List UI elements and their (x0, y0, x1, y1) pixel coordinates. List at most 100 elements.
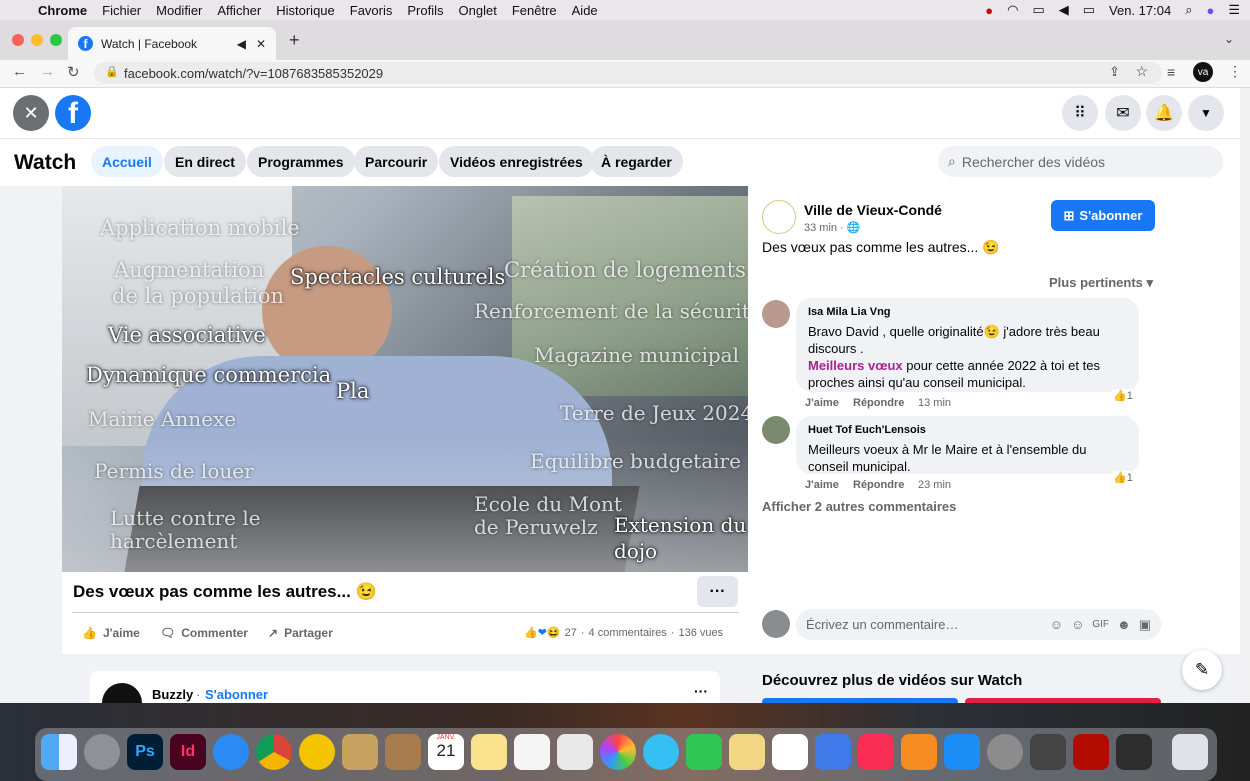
sort-dropdown[interactable]: Plus pertinents ▾ (1049, 275, 1153, 291)
launchpad-icon[interactable] (84, 734, 120, 770)
tab-videos-enregistrees[interactable]: Vidéos enregistrées (439, 146, 594, 177)
numbers-icon[interactable] (772, 734, 808, 770)
page-name[interactable]: Ville de Vieux-Condé (804, 202, 942, 218)
messages-icon[interactable] (643, 734, 679, 770)
menu-modifier[interactable]: Modifier (156, 3, 202, 18)
books-icon[interactable] (901, 734, 937, 770)
tab-parcourir[interactable]: Parcourir (354, 146, 439, 177)
share-button[interactable]: ↗ Partager (268, 626, 333, 640)
volume-icon[interactable]: ◀ (1059, 2, 1069, 18)
chrome-icon[interactable] (256, 734, 292, 770)
comment-author[interactable]: Huet Tof Euch'Lensois (808, 422, 1127, 439)
account-caret-icon[interactable]: ▼ (1188, 95, 1224, 131)
reading-list-icon[interactable]: ≡ (1167, 64, 1175, 80)
siri-icon[interactable]: ● (1206, 3, 1214, 18)
sticker-icon[interactable]: ☻ (1117, 617, 1131, 632)
acrobat-icon[interactable] (1073, 734, 1109, 770)
reminders-icon[interactable] (514, 734, 550, 770)
minimize-window-button[interactable] (31, 34, 43, 46)
share-icon[interactable]: ⇪ (1109, 64, 1120, 80)
comment-reply-link[interactable]: Répondre (853, 397, 904, 409)
menu-aide[interactable]: Aide (572, 3, 598, 18)
tab-accueil[interactable]: Accueil (91, 146, 163, 177)
new-tab-button[interactable]: + (289, 30, 300, 51)
comment-reactions[interactable]: 👍1 (1110, 389, 1136, 402)
printer-icon[interactable] (1116, 734, 1152, 770)
screenshot-icon[interactable] (1030, 734, 1066, 770)
comment-author[interactable]: Isa Mila Lia Vng (808, 304, 1127, 321)
back-arrow-icon[interactable]: ← (12, 63, 27, 80)
comment-like-link[interactable]: J'aime (805, 479, 839, 491)
lock-icon[interactable]: 🔒 (105, 65, 119, 78)
calendar-icon[interactable]: JANV. 21 (428, 734, 464, 770)
comment-reactions[interactable]: 👍1 (1110, 471, 1136, 484)
music-icon[interactable] (858, 734, 894, 770)
speaker-icon[interactable]: ◀ (237, 37, 246, 51)
post-time[interactable]: 33 min · 🌐 (804, 221, 861, 234)
video-player[interactable]: Application mobile Augmentation de la po… (62, 186, 748, 572)
facetime-icon[interactable] (686, 734, 722, 770)
like-button[interactable]: 👍 J'aime (82, 626, 140, 640)
preview-icon[interactable] (342, 734, 378, 770)
comment-time[interactable]: 23 min (918, 479, 951, 491)
next-post-subscribe[interactable]: S'abonner (205, 687, 268, 702)
menu-profils[interactable]: Profils (407, 3, 443, 18)
indesign-icon[interactable]: Id (170, 734, 206, 770)
app-store-icon[interactable] (944, 734, 980, 770)
zoom-window-button[interactable] (50, 34, 62, 46)
menu-onglet[interactable]: Onglet (459, 3, 497, 18)
contacts-icon[interactable] (385, 734, 421, 770)
chrome-menu-icon[interactable]: ⋮ (1228, 63, 1242, 80)
next-post-author[interactable]: Buzzly (152, 687, 193, 702)
menu-historique[interactable]: Historique (276, 3, 335, 18)
avatar-sticker-icon[interactable]: ☺ (1050, 617, 1063, 632)
profile-avatar[interactable]: va (1193, 62, 1213, 82)
subscribe-button[interactable]: ⊞ S'abonner (1051, 200, 1155, 231)
photoshop-icon[interactable]: Ps (127, 734, 163, 770)
status-icon[interactable]: ● (985, 3, 993, 18)
comment-input[interactable]: Écrivez un commentaire… ☺ ☺ GIF ☻ ▣ (796, 609, 1161, 640)
more-comments-link[interactable]: Afficher 2 autres commentaires (762, 499, 956, 514)
cyberduck-icon[interactable] (299, 734, 335, 770)
emoji-icon[interactable]: ☺ (1071, 617, 1084, 632)
reload-icon[interactable]: ↻ (67, 63, 80, 81)
pages-icon[interactable] (729, 734, 765, 770)
comment-reply-link[interactable]: Répondre (853, 479, 904, 491)
tab-a-regarder[interactable]: À regarder (590, 146, 683, 177)
menu-app-name[interactable]: Chrome (38, 3, 87, 18)
photos-icon[interactable] (600, 734, 636, 770)
scrollbar[interactable] (1240, 88, 1250, 703)
facebook-logo-icon[interactable]: f (55, 95, 91, 131)
search-videos-input[interactable]: ⌕ Rechercher des vidéos (938, 146, 1223, 177)
battery-icon[interactable]: ▭ (1083, 2, 1095, 18)
camera-icon[interactable]: ▣ (1139, 617, 1151, 633)
url-text[interactable]: facebook.com/watch/?v=1087683585352029 (124, 66, 383, 81)
tab-search-icon[interactable]: ⌄ (1224, 32, 1234, 46)
close-icon[interactable]: ✕ (13, 95, 49, 131)
keynote-icon[interactable] (815, 734, 851, 770)
tab-programmes[interactable]: Programmes (247, 146, 355, 177)
comment-time[interactable]: 13 min (918, 397, 951, 409)
avatar[interactable] (762, 300, 790, 328)
reaction-count[interactable]: 27 (565, 627, 577, 639)
control-center-icon[interactable]: ☰ (1228, 2, 1240, 18)
wifi-icon[interactable]: ◠ (1007, 2, 1018, 18)
browser-tab-active[interactable]: f Watch | Facebook ◀ ✕ (68, 27, 276, 60)
messenger-icon[interactable]: ✉ (1105, 95, 1141, 131)
safari-icon[interactable] (213, 734, 249, 770)
comment-button[interactable]: 🗨 Commenter (160, 626, 248, 640)
maps-icon[interactable] (557, 734, 593, 770)
gif-icon[interactable]: GIF (1092, 619, 1109, 630)
page-avatar[interactable] (762, 200, 796, 234)
url-bar[interactable]: 🔒 facebook.com/watch/?v=1087683585352029… (94, 62, 1162, 84)
close-window-button[interactable] (12, 34, 24, 46)
display-icon[interactable]: ▭ (1032, 2, 1044, 18)
avatar[interactable] (762, 416, 790, 444)
reaction-icons[interactable]: 👍❤😆 (524, 626, 561, 639)
system-preferences-icon[interactable] (987, 734, 1023, 770)
notifications-bell-icon[interactable]: 🔔 (1146, 95, 1182, 131)
trash-icon[interactable] (1172, 734, 1208, 770)
menu-favoris[interactable]: Favoris (350, 3, 393, 18)
tab-close-icon[interactable]: ✕ (256, 37, 266, 51)
tab-en-direct[interactable]: En direct (164, 146, 246, 177)
